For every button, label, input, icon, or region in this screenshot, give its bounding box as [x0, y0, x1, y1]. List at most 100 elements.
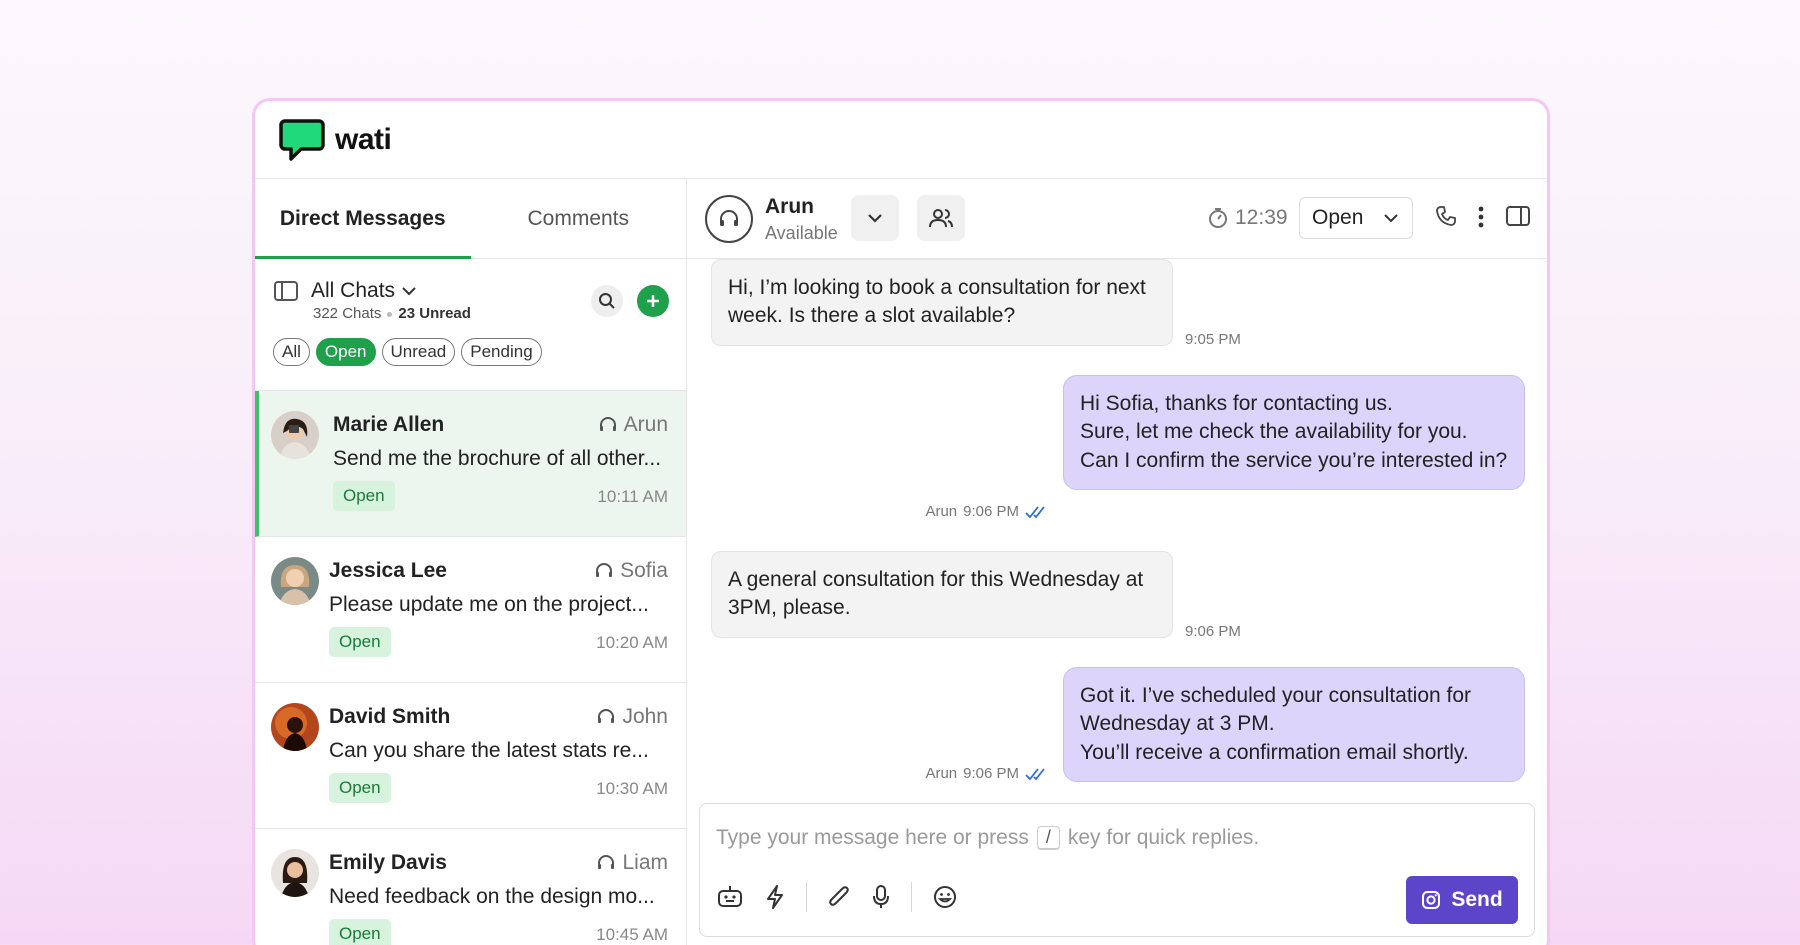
incoming-message: Hi, I’m looking to book a consultation f… — [711, 259, 1173, 346]
headset-icon — [598, 709, 615, 723]
composer-toolbar — [716, 882, 958, 912]
message-time: 10:45 AM — [596, 925, 668, 944]
sidebar-toggle-icon[interactable] — [273, 280, 299, 302]
contact-name: Emily Davis — [329, 851, 447, 874]
status-badge: Open — [329, 627, 391, 657]
attachment-icon[interactable] — [827, 884, 851, 910]
assign-team-button[interactable] — [917, 195, 965, 241]
status-badge: Open — [329, 919, 391, 945]
tab-direct-messages[interactable]: Direct Messages — [255, 179, 471, 259]
last-message: Can you share the latest stats re... — [329, 739, 649, 762]
message-input[interactable]: Type your message here or press / key fo… — [716, 826, 1259, 850]
unread-count: 23 Unread — [398, 305, 471, 322]
assigned-agent: Arun — [598, 413, 668, 437]
side-panel-toggle-icon[interactable] — [1505, 205, 1531, 227]
message-time: 9:06 PM — [963, 765, 1019, 782]
placeholder-text-start: Type your message here or press — [716, 826, 1029, 849]
assigned-agent: Sofia — [594, 559, 668, 583]
lightning-icon[interactable] — [764, 884, 786, 910]
chat-status-dropdown[interactable]: Open — [1299, 197, 1413, 239]
message-time: 10:20 AM — [596, 633, 668, 652]
contact-name: Jessica Lee — [329, 559, 447, 582]
message-time: 9:06 PM — [963, 503, 1019, 520]
headset-icon — [599, 417, 616, 431]
all-chats-dropdown[interactable]: All Chats — [311, 279, 417, 303]
app-window: wati Direct Messages Comments All Chats … — [252, 98, 1550, 945]
double-check-icon — [1025, 767, 1045, 780]
chevron-down-icon — [1384, 214, 1399, 223]
toolbar-divider — [911, 882, 912, 912]
emoji-icon[interactable] — [932, 884, 958, 910]
avatar — [271, 703, 319, 751]
message-time: 10:11 AM — [597, 487, 668, 506]
agent-name: Sofia — [620, 559, 668, 582]
double-check-icon — [1025, 505, 1045, 518]
contact-name: David Smith — [329, 705, 451, 728]
tab-comments[interactable]: Comments — [471, 179, 687, 258]
chat-header: Arun Available 12:39 Open — [687, 179, 1547, 259]
assigned-agent: Liam — [596, 851, 668, 875]
new-chat-button[interactable] — [637, 285, 669, 317]
agent-name: John — [622, 705, 668, 728]
avatar — [271, 849, 319, 897]
headset-icon — [598, 855, 615, 869]
agent-dropdown-button[interactable] — [851, 195, 899, 241]
message-time: 9:05 PM — [1185, 331, 1241, 348]
assigned-agent: John — [596, 705, 668, 729]
chevron-down-icon — [868, 214, 882, 223]
users-icon — [929, 209, 953, 228]
avatar — [271, 411, 319, 459]
more-options-icon[interactable] — [1477, 205, 1485, 229]
contact-name: Marie Allen — [333, 413, 445, 436]
instagram-icon — [1422, 891, 1441, 909]
message-composer[interactable]: Type your message here or press / key fo… — [699, 803, 1535, 937]
last-message: Please update me on the project... — [329, 593, 649, 616]
plus-icon — [647, 295, 659, 307]
message-meta: Arun 9:06 PM — [925, 765, 1049, 782]
outgoing-message: Got it. I’ve scheduled your consultation… — [1063, 667, 1525, 783]
chat-list-header: All Chats 322 Chats 23 Unread All Open Un… — [255, 259, 686, 391]
last-message: Need feedback on the design mo... — [329, 885, 655, 908]
filter-pending[interactable]: Pending — [461, 338, 542, 366]
filter-unread[interactable]: Unread — [381, 338, 456, 366]
avatar — [271, 557, 319, 605]
stopwatch-icon — [1209, 208, 1227, 228]
search-icon — [599, 293, 615, 309]
message-thread: Hi, I’m looking to book a consultation f… — [687, 259, 1547, 799]
filter-all[interactable]: All — [273, 338, 310, 366]
search-button[interactable] — [591, 285, 623, 317]
status-badge: Open — [333, 481, 395, 511]
conversation-item[interactable]: David Smith John Can you share the lates… — [255, 683, 686, 829]
session-timer: 12:39 — [1207, 206, 1288, 230]
send-label: Send — [1451, 888, 1503, 911]
chevron-down-icon — [402, 287, 416, 296]
status-badge: Open — [329, 773, 391, 803]
send-button[interactable]: Send — [1406, 876, 1518, 924]
message-time: 9:06 PM — [1185, 623, 1241, 640]
microphone-icon[interactable] — [871, 884, 891, 910]
conversation-item[interactable]: Marie Allen Arun Send me the brochure of… — [255, 391, 686, 537]
phone-icon[interactable] — [1435, 205, 1457, 227]
sender-name: Arun — [925, 503, 958, 520]
filter-open[interactable]: Open — [315, 338, 376, 366]
chat-panel: Arun Available 12:39 Open Hi, I’m lookin… — [687, 179, 1547, 945]
chat-bubble-logo-icon — [279, 118, 325, 161]
all-chats-label: All Chats — [311, 279, 396, 302]
agent-avatar[interactable] — [705, 195, 753, 243]
conversation-item[interactable]: Jessica Lee Sofia Please update me on th… — [255, 537, 686, 683]
quick-reply-key: / — [1036, 826, 1060, 850]
outgoing-message: Hi Sofia, thanks for contacting us. Sure… — [1063, 375, 1525, 491]
agent-name: Arun — [765, 195, 814, 218]
wati-logo[interactable]: wati — [279, 118, 392, 161]
chat-count: 322 Chats — [313, 305, 382, 322]
headset-icon — [720, 210, 738, 226]
headset-icon — [596, 563, 613, 577]
top-bar: wati — [255, 101, 1547, 179]
conversation-item[interactable]: Emily Davis Liam Need feedback on the de… — [255, 829, 686, 945]
chat-status-value: Open — [1312, 206, 1364, 229]
agent-availability: Available — [765, 223, 838, 243]
panel-tabs: Direct Messages Comments — [255, 179, 686, 259]
bot-icon[interactable] — [716, 884, 744, 910]
last-message: Send me the brochure of all other... — [333, 447, 662, 470]
sender-name: Arun — [925, 765, 958, 782]
